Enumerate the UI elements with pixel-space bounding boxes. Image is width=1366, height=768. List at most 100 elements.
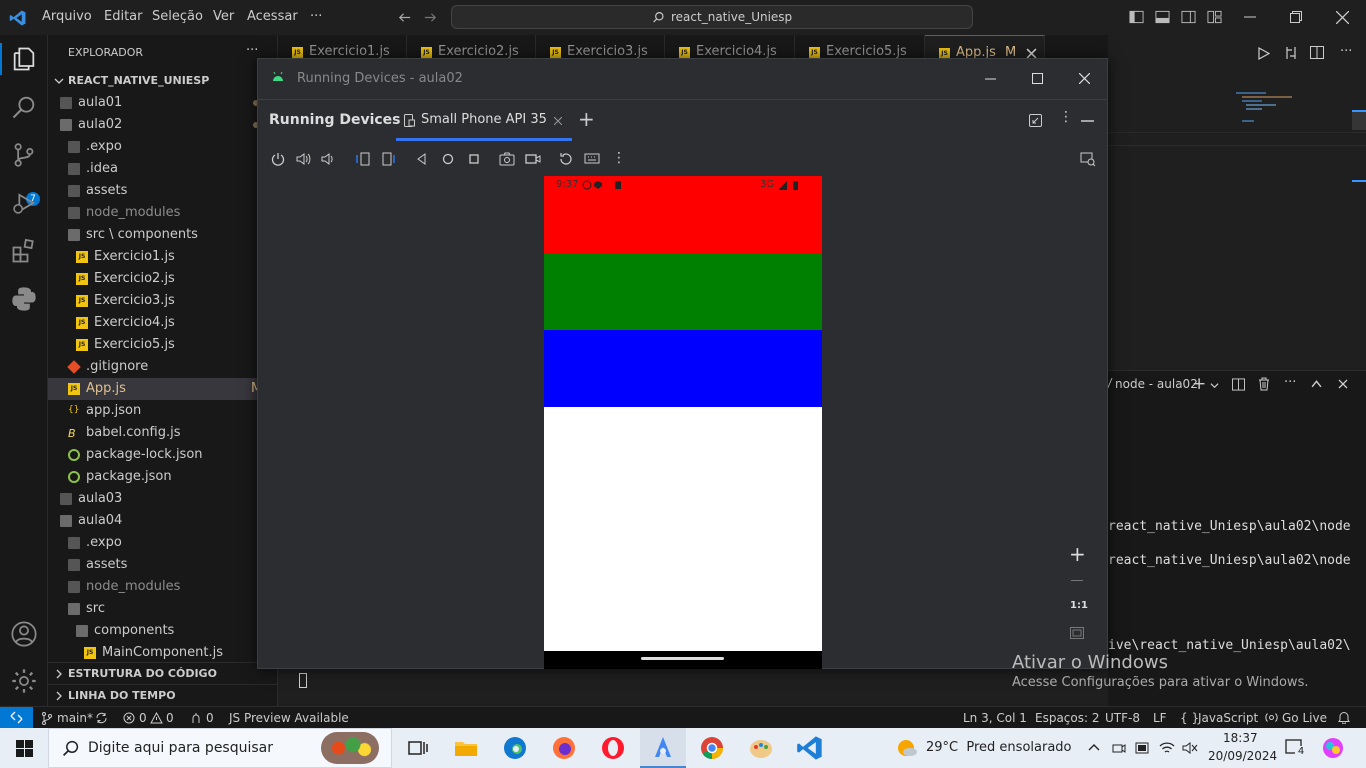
tree-item[interactable]: aula02: [48, 114, 277, 136]
minimize-window-icon[interactable]: [985, 78, 996, 80]
zoom-out-button[interactable]: [1071, 580, 1083, 581]
tree-item[interactable]: JS MainComponent.js: [48, 642, 277, 664]
js-preview-status[interactable]: JS Preview Available: [229, 711, 349, 725]
error-count[interactable]: 0: [139, 711, 147, 725]
toggle-primary-sidebar-icon[interactable]: [1129, 10, 1144, 24]
editor-area[interactable]: [1108, 70, 1366, 370]
close-window-icon[interactable]: [1336, 11, 1349, 24]
outline-section[interactable]: ESTRUTURA DO CÓDIGO: [48, 662, 277, 684]
zoom-actual-size[interactable]: 1:1: [1070, 600, 1088, 611]
close-window-icon[interactable]: [1079, 73, 1090, 84]
tree-item[interactable]: .expo: [48, 532, 277, 554]
overview-icon[interactable]: [466, 151, 482, 167]
warning-count[interactable]: 0: [166, 711, 174, 725]
close-tab-icon[interactable]: [554, 117, 562, 125]
customize-layout-icon[interactable]: [1207, 10, 1222, 24]
vscode-taskbar-icon[interactable]: [796, 734, 824, 762]
add-device-button[interactable]: +: [578, 107, 595, 131]
taskbar-search-box[interactable]: Digite aqui para pesquisar: [48, 728, 392, 768]
tree-item[interactable]: Bbabel.config.js: [48, 422, 277, 444]
keyboard-icon[interactable]: [584, 151, 600, 167]
chrome-icon[interactable]: [698, 734, 726, 762]
cursor-position[interactable]: Ln 3, Col 1: [963, 711, 1027, 725]
weather-text[interactable]: 29°C Pred ensolarado: [926, 740, 1072, 755]
menu-acessar[interactable]: Acessar: [247, 9, 298, 24]
volume-up-icon[interactable]: [295, 151, 311, 167]
tree-item[interactable]: .gitignore: [48, 356, 277, 378]
chevron-down-icon[interactable]: [1210, 381, 1219, 390]
search-icon[interactable]: [10, 93, 38, 121]
remote-indicator[interactable]: [0, 707, 33, 728]
record-video-icon[interactable]: [525, 151, 541, 167]
tree-item[interactable]: JS Exercicio1.js: [48, 246, 277, 268]
explorer-more-button[interactable]: ···: [246, 43, 258, 58]
tree-item[interactable]: package-lock.json: [48, 444, 277, 466]
paint-icon[interactable]: [747, 734, 775, 762]
tree-item[interactable]: aula04: [48, 510, 277, 532]
tree-item[interactable]: src \ components: [48, 224, 277, 246]
camera-icon[interactable]: [499, 151, 515, 167]
minimap[interactable]: [1236, 92, 1296, 128]
menu-arquivo[interactable]: Arquivo: [42, 9, 92, 24]
rotate-right-icon[interactable]: [381, 151, 397, 167]
git-branch[interactable]: main*: [57, 711, 93, 725]
windows-start-icon[interactable]: [16, 740, 33, 757]
tree-item[interactable]: JS Exercicio4.js: [48, 312, 277, 334]
tree-item[interactable]: JS Exercicio3.js: [48, 290, 277, 312]
explorer-files-icon[interactable]: [10, 45, 38, 73]
split-terminal-icon[interactable]: [1232, 378, 1245, 391]
trash-icon[interactable]: [1258, 377, 1270, 391]
python-icon[interactable]: [10, 285, 38, 313]
sync-icon[interactable]: [95, 712, 108, 724]
end-of-line[interactable]: LF: [1153, 711, 1167, 725]
close-panel-icon[interactable]: [1338, 379, 1348, 389]
reset-rotation-icon[interactable]: [558, 151, 574, 167]
battery-icon[interactable]: [1135, 742, 1151, 754]
zoom-in-button[interactable]: +: [1069, 542, 1086, 566]
terminal-more-button[interactable]: ···: [1284, 375, 1296, 390]
hide-panel-icon[interactable]: [1081, 120, 1094, 122]
home-icon[interactable]: [440, 151, 456, 167]
chevron-up-icon[interactable]: [1088, 743, 1100, 751]
menu-ver[interactable]: Ver: [213, 9, 234, 24]
run-debug-icon[interactable]: [10, 189, 38, 217]
power-icon[interactable]: [270, 151, 286, 167]
menu-editar[interactable]: Editar: [104, 9, 143, 24]
ports-count[interactable]: 0: [206, 711, 214, 725]
back-icon[interactable]: [414, 151, 430, 167]
new-terminal-button[interactable]: +: [1192, 374, 1206, 394]
forward-arrow-icon[interactable]: [423, 10, 438, 25]
language-mode[interactable]: JavaScript: [1198, 711, 1258, 725]
source-control-icon[interactable]: [10, 141, 38, 169]
editor-more-button[interactable]: ···: [1340, 44, 1352, 59]
toggle-secondary-sidebar-icon[interactable]: [1181, 10, 1196, 24]
compare-changes-icon[interactable]: [1284, 46, 1298, 60]
copilot-icon[interactable]: [1322, 737, 1344, 759]
task-view-icon[interactable]: [403, 734, 431, 762]
tree-item[interactable]: JSApp.jsM: [48, 378, 277, 400]
tree-item[interactable]: package.json: [48, 466, 277, 488]
tree-item[interactable]: aula03: [48, 488, 277, 510]
tree-item[interactable]: JS Exercicio2.js: [48, 268, 277, 290]
tree-item[interactable]: node_modules: [48, 576, 277, 598]
tree-item[interactable]: .expo: [48, 136, 277, 158]
clock-time[interactable]: 18:37: [1223, 731, 1258, 745]
network-icon[interactable]: [1159, 741, 1175, 755]
maximize-window-icon[interactable]: [1032, 73, 1043, 84]
device-options-button[interactable]: ⋮: [1059, 109, 1073, 125]
encoding[interactable]: UTF-8: [1105, 711, 1140, 725]
file-explorer-icon[interactable]: [452, 734, 480, 762]
timeline-section[interactable]: LINHA DO TEMPO: [48, 684, 277, 706]
fit-screen-icon[interactable]: [1070, 627, 1084, 639]
toggle-panel-icon[interactable]: [1155, 10, 1170, 24]
scrollbar-thumb[interactable]: [1352, 110, 1366, 130]
run-file-icon[interactable]: [1258, 47, 1270, 60]
minimize-window-icon[interactable]: [1244, 16, 1256, 18]
go-live-button[interactable]: Go Live: [1282, 711, 1327, 725]
clock-date[interactable]: 20/09/2024: [1208, 749, 1277, 763]
restore-window-icon[interactable]: [1290, 11, 1302, 23]
notifications-bell-icon[interactable]: [1338, 711, 1350, 724]
device-explorer-icon[interactable]: [1080, 151, 1096, 167]
opera-icon[interactable]: [599, 734, 627, 762]
extensions-icon[interactable]: [10, 237, 38, 265]
